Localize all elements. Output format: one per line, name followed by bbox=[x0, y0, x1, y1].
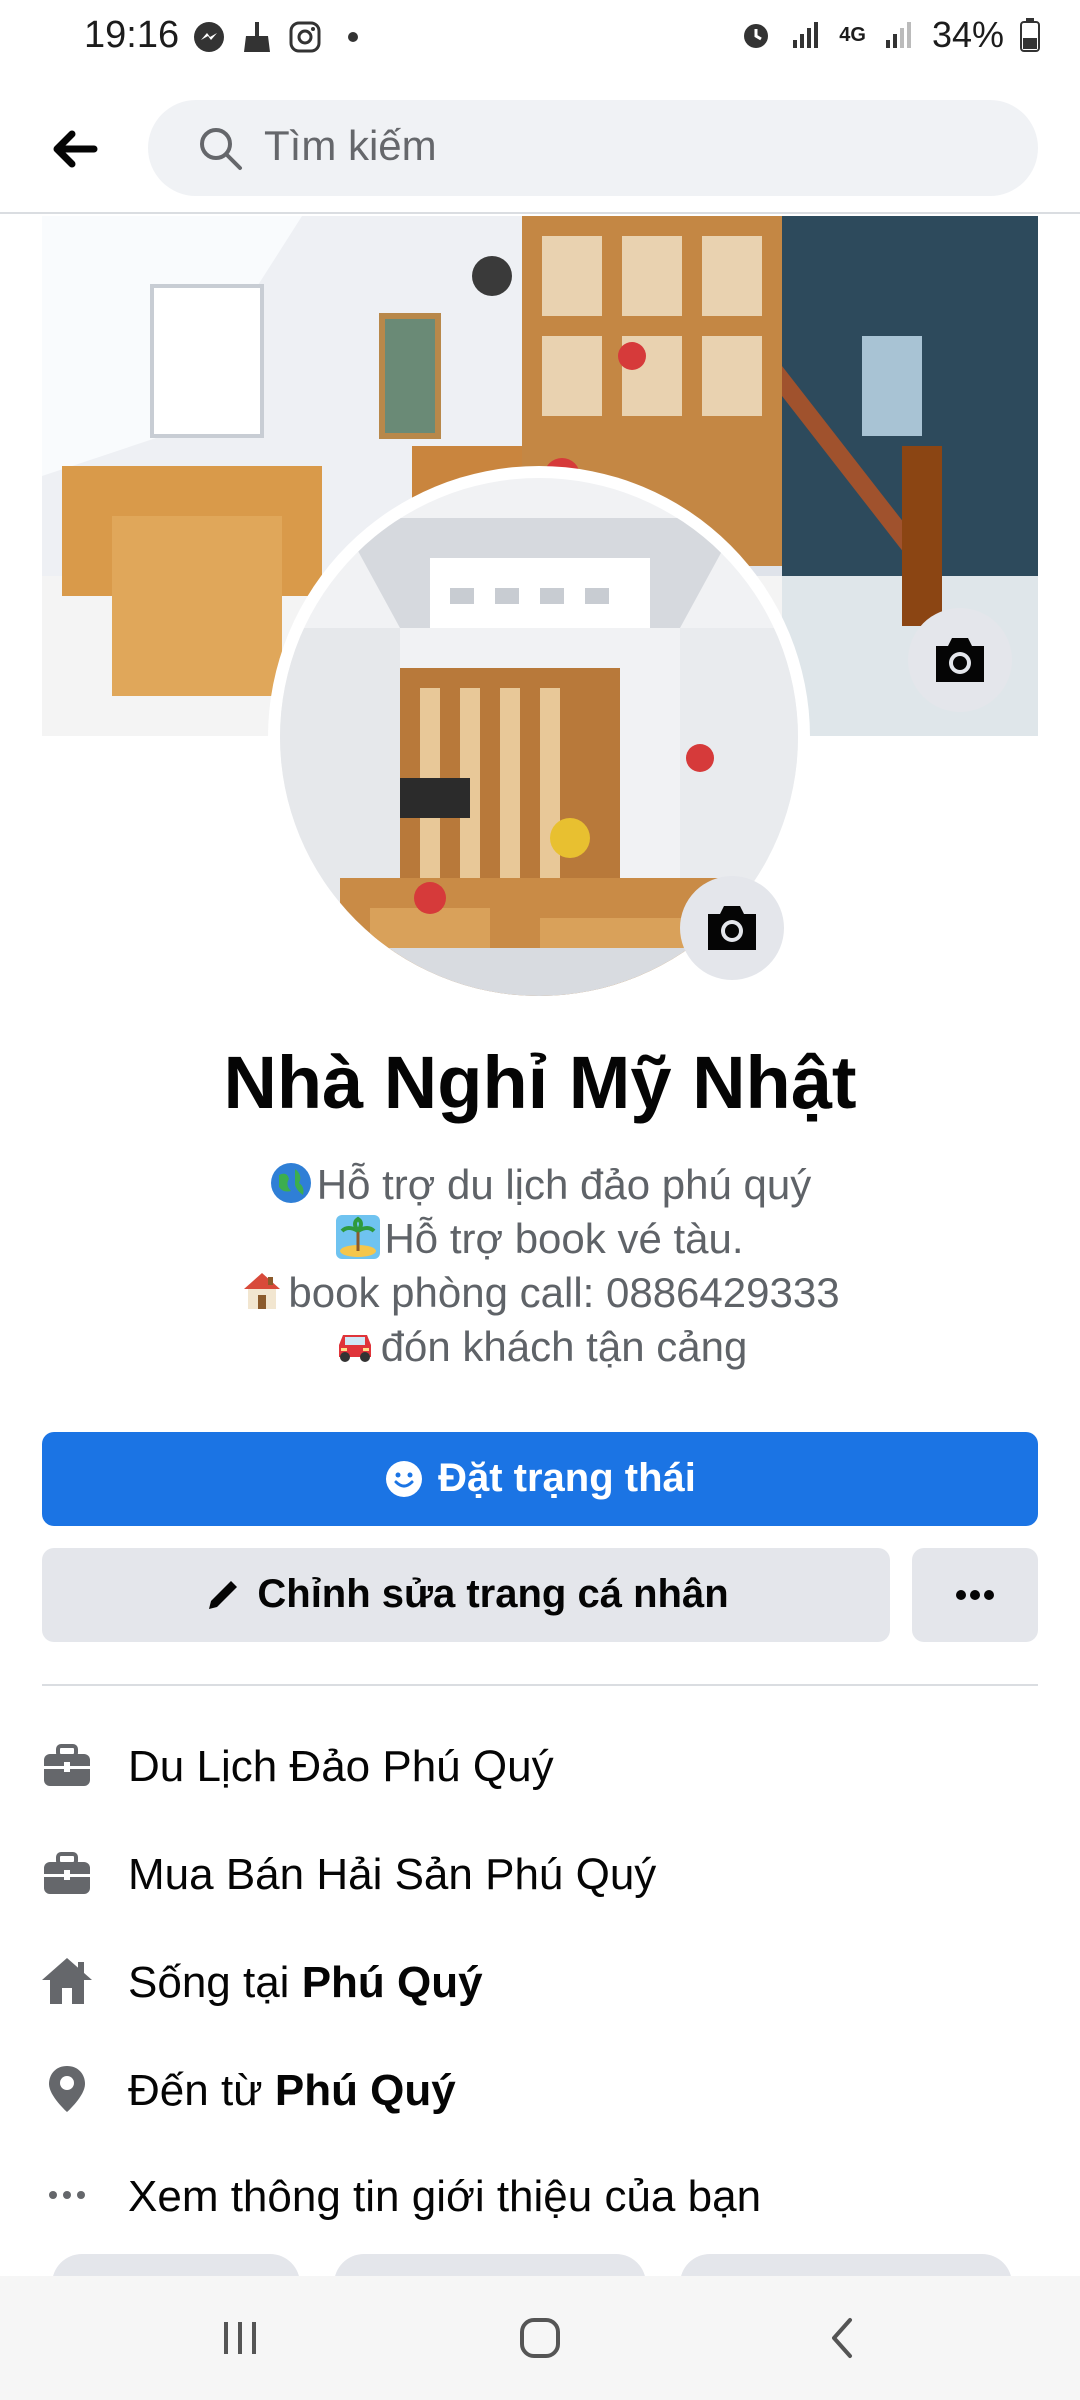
top-header: Tìm kiếm bbox=[0, 84, 1080, 214]
more-horizontal-icon bbox=[49, 2191, 85, 2199]
network-type: 4G bbox=[839, 23, 866, 46]
location-pin-icon bbox=[49, 2066, 85, 2112]
briefcase-icon bbox=[44, 1744, 90, 1786]
pencil-icon bbox=[209, 1581, 238, 1609]
camera-icon bbox=[708, 906, 756, 950]
bio-text: book phòng call: 0886429333 bbox=[288, 1269, 840, 1316]
edit-profile-text: Chỉnh sửa trang cá nhân bbox=[257, 1572, 729, 1616]
alarm-icon bbox=[744, 24, 769, 48]
notification-icons bbox=[192, 20, 370, 54]
info-from[interactable]: Đến từ Phú Quý bbox=[0, 2044, 1080, 2134]
lives-in-text: Sống tại Phú Quý bbox=[128, 1958, 483, 2008]
status-bar: 19:16 4G 34% bbox=[0, 0, 1080, 80]
battery-percent: 34% bbox=[931, 14, 1004, 55]
edit-profile-button[interactable]: Chỉnh sửa trang cá nhân bbox=[42, 1548, 890, 1642]
set-status-label: Đặt trạng thái bbox=[42, 1456, 1038, 1501]
bio-line: book phòng call: 0886429333 bbox=[0, 1266, 1080, 1320]
back-nav-icon[interactable] bbox=[820, 2314, 868, 2362]
system-navigation-bar bbox=[0, 2276, 1080, 2400]
info-work-2[interactable]: Mua Bán Hải Sản Phú Quý bbox=[0, 1828, 1080, 1918]
bio-line: đón khách tận cảng bbox=[0, 1320, 1080, 1374]
set-status-text: Đặt trạng thái bbox=[438, 1456, 696, 1500]
status-time: 19:16 bbox=[84, 14, 180, 56]
house-icon bbox=[244, 1273, 281, 1309]
more-options-button[interactable] bbox=[912, 1548, 1038, 1642]
smiley-icon bbox=[386, 1461, 423, 1497]
bio-text: Hỗ trợ book vé tàu. bbox=[384, 1215, 744, 1262]
from-place: Phú Quý bbox=[274, 2066, 456, 2115]
from-text: Đến từ Phú Quý bbox=[128, 2066, 456, 2116]
home-nav-icon[interactable] bbox=[516, 2314, 564, 2362]
dot-icon bbox=[348, 32, 358, 42]
globe-icon bbox=[270, 1163, 311, 1203]
messenger-icon bbox=[194, 22, 224, 52]
edit-profile-picture-button[interactable] bbox=[680, 876, 784, 980]
search-icon bbox=[200, 128, 242, 170]
broom-icon bbox=[244, 22, 270, 52]
search-placeholder: Tìm kiếm bbox=[264, 122, 437, 169]
profile-name: Nhà Nghỉ Mỹ Nhật bbox=[223, 1041, 857, 1124]
work-text: Mua Bán Hải Sản Phú Quý bbox=[128, 1850, 657, 1899]
status-right: 4G 34% bbox=[739, 14, 1040, 56]
more-horizontal-icon bbox=[956, 1590, 994, 1600]
camera-icon bbox=[936, 638, 984, 682]
edit-cover-photo-button[interactable] bbox=[908, 608, 1012, 712]
bio-line: Hỗ trợ du lịch đảo phú quý bbox=[0, 1158, 1080, 1212]
lives-in-place: Phú Quý bbox=[301, 1958, 483, 2007]
battery-icon bbox=[1020, 18, 1040, 52]
recent-apps-icon[interactable] bbox=[216, 2314, 264, 2362]
instagram-icon bbox=[289, 21, 321, 53]
search-bar[interactable]: Tìm kiếm bbox=[148, 100, 1038, 196]
see-about-text: Xem thông tin giới thiệu của bạn bbox=[128, 2172, 762, 2221]
work-text: Du Lịch Đảo Phú Quý bbox=[128, 1742, 554, 1791]
profile-bio: Hỗ trợ du lịch đảo phú quý Hỗ trợ book v… bbox=[0, 1158, 1080, 1374]
bio-text: Hỗ trợ du lịch đảo phú quý bbox=[316, 1161, 812, 1208]
bio-text: đón khách tận cảng bbox=[380, 1323, 748, 1370]
signal-icon bbox=[793, 22, 819, 48]
car-icon bbox=[338, 1335, 371, 1362]
island-icon bbox=[336, 1215, 381, 1259]
set-status-button[interactable]: Đặt trạng thái bbox=[42, 1432, 1038, 1526]
info-work-1[interactable]: Du Lịch Đảo Phú Quý bbox=[0, 1720, 1080, 1810]
info-see-about[interactable]: Xem thông tin giới thiệu của bạn bbox=[0, 2150, 1080, 2240]
edit-profile-label: Chỉnh sửa trang cá nhân bbox=[42, 1572, 890, 1617]
lives-in-prefix: Sống tại bbox=[128, 1958, 302, 2007]
back-arrow-icon[interactable] bbox=[40, 114, 110, 184]
briefcase-icon bbox=[44, 1852, 90, 1894]
bio-line: Hỗ trợ book vé tàu. bbox=[0, 1212, 1080, 1266]
from-prefix: Đến từ bbox=[128, 2066, 275, 2115]
home-icon bbox=[42, 1958, 92, 2004]
section-divider bbox=[42, 1684, 1038, 1686]
info-lives-in[interactable]: Sống tại Phú Quý bbox=[0, 1936, 1080, 2026]
signal-weak-icon bbox=[885, 22, 911, 48]
